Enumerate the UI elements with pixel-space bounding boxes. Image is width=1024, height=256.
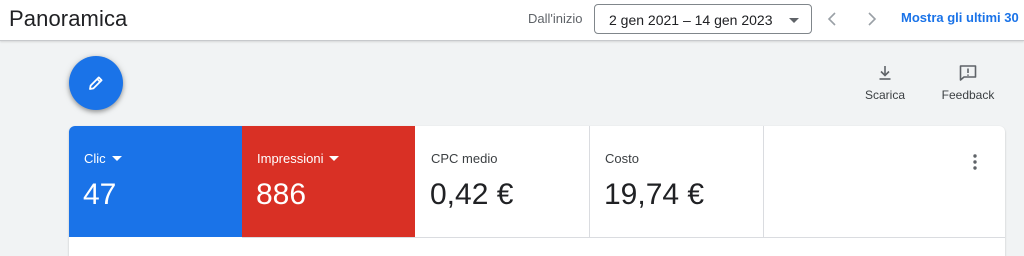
date-range-value: 2 gen 2021 – 14 gen 2023 [609, 12, 773, 28]
metric-impressions-value: 886 [256, 178, 307, 211]
metric-cost-value: 19,74 € [604, 178, 705, 211]
download-label: Scarica [864, 88, 905, 102]
more-options-button[interactable] [968, 152, 982, 172]
metric-impressions-label: Impressioni [257, 151, 324, 166]
metric-clicks[interactable]: Clic 47 [69, 126, 242, 237]
metric-cost-label: Costo [605, 151, 639, 166]
chevron-right-icon [868, 12, 877, 26]
metric-avg-cpc-label: CPC medio [431, 151, 498, 166]
dropdown-caret-icon [789, 18, 799, 23]
metric-clicks-label: Clic [84, 151, 106, 166]
metric-impressions-label-wrap: Impressioni [257, 151, 340, 166]
date-range-select[interactable]: 2 gen 2021 – 14 gen 2023 [594, 4, 812, 34]
download-icon [879, 66, 891, 80]
top-bar: Panoramica Dall'inizio 2 gen 2021 – 14 g… [0, 0, 1024, 41]
metrics-bottom-divider [242, 237, 1005, 238]
pencil-icon [89, 76, 103, 90]
metric-avg-cpc[interactable]: CPC medio 0,42 € [416, 126, 589, 237]
show-last-30-link[interactable]: Mostra gli ultimi 30 [901, 10, 1019, 25]
date-range-prefix: Dall'inizio [528, 11, 583, 26]
dropdown-arrow-icon [329, 156, 340, 162]
metrics-card: Clic 47 Impressioni 886 CPC medio 0,42 €… [69, 126, 1005, 256]
metric-avg-cpc-value: 0,42 € [430, 178, 514, 211]
edit-button[interactable] [69, 56, 123, 110]
metric-clicks-label-wrap: Clic [84, 151, 122, 166]
dropdown-arrow-icon [111, 156, 122, 162]
more-vert-icon [973, 154, 977, 170]
metric-cost[interactable]: Costo 19,74 € [590, 126, 763, 237]
chevron-left-icon [827, 12, 836, 26]
page-title: Panoramica [9, 6, 128, 31]
metric-impressions[interactable]: Impressioni 886 [242, 126, 415, 237]
feedback-button[interactable]: Feedback [938, 64, 998, 102]
feedback-label: Feedback [941, 88, 995, 102]
next-period-button[interactable] [860, 8, 882, 30]
previous-period-button[interactable] [822, 8, 844, 30]
metric-divider [763, 126, 764, 237]
feedback-icon [959, 65, 977, 81]
metric-clicks-value: 47 [83, 178, 117, 211]
download-button[interactable]: Scarica [861, 64, 909, 102]
